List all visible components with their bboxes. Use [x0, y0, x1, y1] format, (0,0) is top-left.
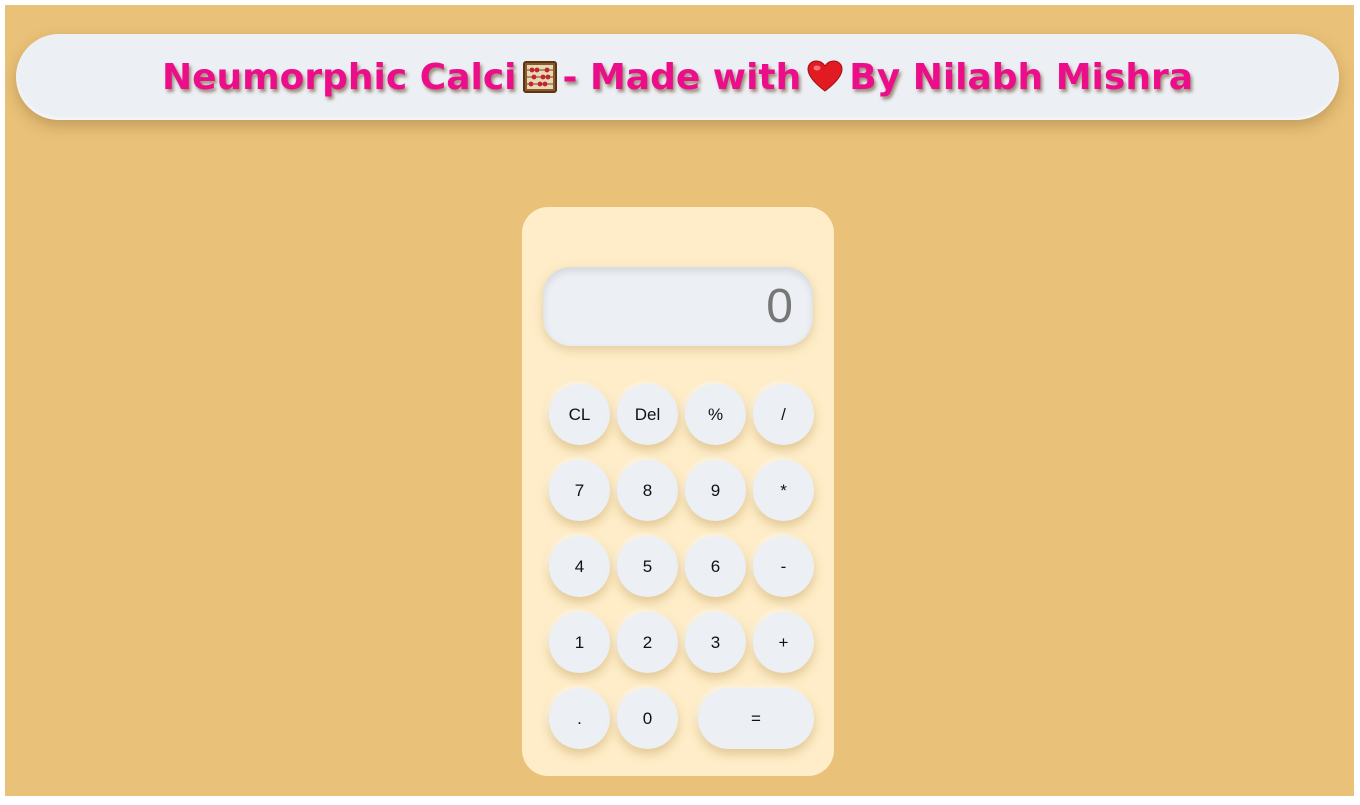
digit-3-button[interactable]: 3	[685, 612, 746, 673]
multiply-button[interactable]: *	[753, 460, 814, 521]
title-app-name: Neumorphic Calci	[161, 56, 517, 98]
title-banner: Neumorphic Calci - Made with By Nilabh M…	[16, 34, 1339, 120]
delete-button[interactable]: Del	[617, 384, 678, 445]
heart-icon	[807, 60, 843, 94]
decimal-point-button[interactable]: .	[549, 688, 610, 749]
digit-7-button[interactable]: 7	[549, 460, 610, 521]
minus-button[interactable]: -	[753, 536, 814, 597]
divide-button[interactable]: /	[753, 384, 814, 445]
plus-button[interactable]: +	[753, 612, 814, 673]
digit-4-button[interactable]: 4	[549, 536, 610, 597]
title-made-with: - Made with	[562, 56, 802, 98]
digit-6-button[interactable]: 6	[685, 536, 746, 597]
equals-button[interactable]: =	[698, 688, 814, 749]
digit-8-button[interactable]: 8	[617, 460, 678, 521]
percent-button[interactable]: %	[685, 384, 746, 445]
digit-9-button[interactable]: 9	[685, 460, 746, 521]
digit-1-button[interactable]: 1	[549, 612, 610, 673]
calculator-panel: 0 CL Del % / 7 8 9 * 4 5 6 - 1 2 3 + . 0…	[522, 207, 834, 776]
title-author: By Nilabh Mishra	[849, 56, 1193, 98]
digit-0-button[interactable]: 0	[617, 688, 678, 749]
calculator-display: 0	[543, 267, 813, 346]
abacus-icon	[522, 61, 557, 93]
page-background: Neumorphic Calci - Made with By Nilabh M…	[5, 5, 1354, 796]
page-title: Neumorphic Calci - Made with By Nilabh M…	[162, 57, 1193, 98]
clear-button[interactable]: CL	[549, 384, 610, 445]
digit-2-button[interactable]: 2	[617, 612, 678, 673]
digit-5-button[interactable]: 5	[617, 536, 678, 597]
